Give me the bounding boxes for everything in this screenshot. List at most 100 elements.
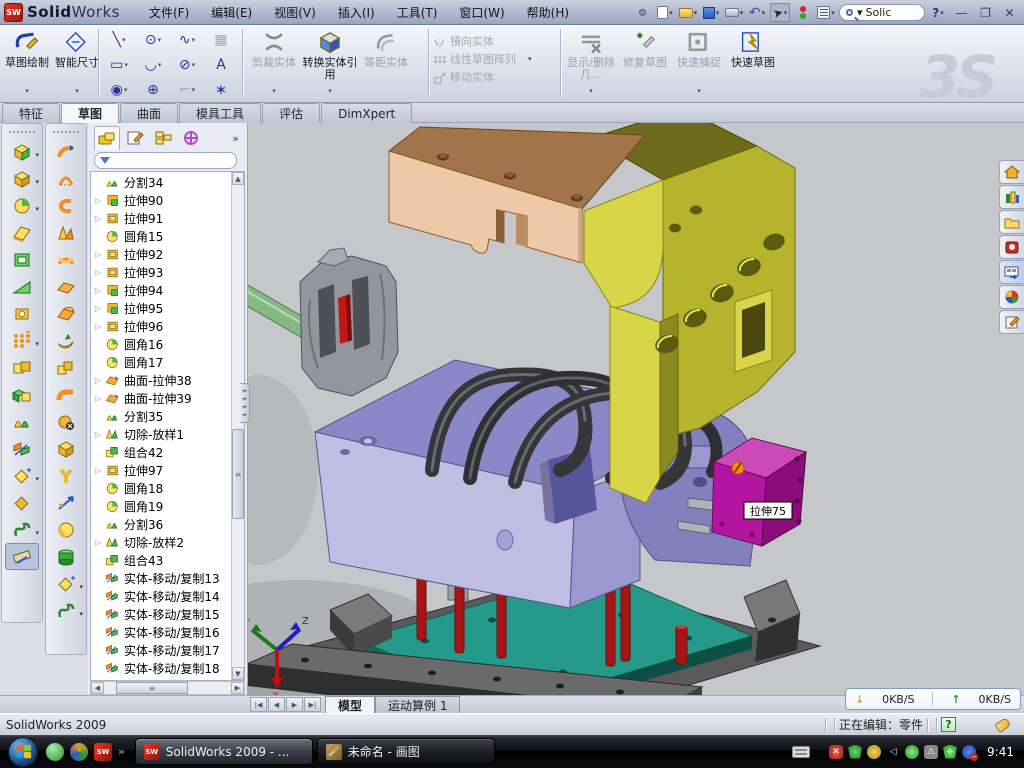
study-nav-1[interactable]: |◀ <box>250 697 267 712</box>
tab-评估[interactable]: 评估 <box>262 103 320 123</box>
rebuild-button[interactable] <box>793 3 813 22</box>
scroll-up-icon[interactable]: ▲ <box>232 172 244 185</box>
col2-tool-15-icon[interactable] <box>49 516 83 543</box>
expand-arrow-icon[interactable]: ▷ <box>91 322 105 331</box>
menu-1[interactable]: 文件(F) <box>138 1 200 24</box>
part-insert-block-magenta[interactable] <box>712 438 806 546</box>
menu-7[interactable]: 帮助(H) <box>516 1 580 24</box>
sketch-tool-9[interactable]: ◉▾ <box>102 77 136 102</box>
col2-tool-13-icon[interactable] <box>49 462 83 489</box>
scroll-thumb[interactable]: ≡ <box>232 429 244 519</box>
help-button[interactable]: ?▾ <box>928 3 948 22</box>
tree-item[interactable]: 实体-移动/复制16 <box>91 623 231 641</box>
sketch-tool-12[interactable]: ∗ <box>204 77 238 102</box>
expand-arrow-icon[interactable]: ▷ <box>91 394 105 403</box>
hscroll-thumb[interactable]: ≡ <box>116 682 188 694</box>
col1-tool-5-icon[interactable] <box>5 246 39 273</box>
col2-tool-3-icon[interactable] <box>49 192 83 219</box>
restore-app-icon[interactable]: ❐ <box>975 4 996 21</box>
tree-item[interactable]: 实体-移动/复制14 <box>91 587 231 605</box>
tree-item[interactable]: ▷拉伸91 <box>91 209 231 227</box>
tray-update-icon[interactable] <box>867 745 881 759</box>
tree-item[interactable]: ▷拉伸92 <box>91 245 231 263</box>
tab-DimXpert[interactable]: DimXpert <box>321 103 412 123</box>
col1-tool-15-icon[interactable]: ▾ <box>5 516 39 543</box>
tree-item[interactable]: ▷拉伸97 <box>91 461 231 479</box>
tab-dimxpert-manager[interactable] <box>178 126 204 150</box>
appearances-icon[interactable] <box>999 285 1024 309</box>
cm-mid-button-1[interactable]: 剪裁实体▾ <box>246 25 302 97</box>
menu-6[interactable]: 窗口(W) <box>448 1 515 24</box>
sketch-tool-2[interactable]: ⊙▾ <box>136 27 170 52</box>
undo-button[interactable]: ↶▾ <box>747 3 767 22</box>
tree-item[interactable]: ▷拉伸93 <box>91 263 231 281</box>
tree-item[interactable]: 圆角19 <box>91 497 231 515</box>
col1-tool-3-icon[interactable]: ▾ <box>5 192 39 219</box>
expand-arrow-icon[interactable]: ▷ <box>91 304 105 313</box>
col1-tool-7-icon[interactable] <box>5 300 39 327</box>
media-icon[interactable] <box>70 743 88 761</box>
minimize-app-icon[interactable]: — <box>951 4 972 21</box>
col1-tool-9-icon[interactable] <box>5 354 39 381</box>
tree-item[interactable]: 实体-移动/复制13 <box>91 569 231 587</box>
col2-tool-12-icon[interactable] <box>49 435 83 462</box>
tree-item[interactable]: ▷曲面-拉伸39 <box>91 389 231 407</box>
tray-sync-icon[interactable] <box>905 745 919 759</box>
expand-arrow-icon[interactable]: ▷ <box>91 376 105 385</box>
col2-tool-14-icon[interactable] <box>49 489 83 516</box>
sketch-tool-10[interactable]: ⊕ <box>136 77 170 102</box>
cm-right-button-4[interactable]: 快速草图 <box>726 25 780 97</box>
col1-tool-6-icon[interactable] <box>5 273 39 300</box>
expand-arrow-icon[interactable]: ▷ <box>91 286 105 295</box>
graphics-viewport[interactable]: Y Z X 拉伸75 <box>248 123 1024 695</box>
tree-item[interactable]: 分割35 <box>91 407 231 425</box>
sketch-tool-11[interactable]: ⌐▾ <box>170 77 204 102</box>
select-button[interactable]: ➤▾ <box>770 3 790 22</box>
expand-arrow-icon[interactable]: ▷ <box>91 196 105 205</box>
cm-button-2[interactable]: 智能尺寸▾ <box>54 25 100 97</box>
tray-shield-icon[interactable] <box>848 745 862 759</box>
messenger-icon[interactable] <box>46 743 64 761</box>
tree-item[interactable]: ▷切除-放样1 <box>91 425 231 443</box>
scroll-left-icon[interactable]: ◀ <box>91 682 104 694</box>
tree-item[interactable]: 组合42 <box>91 443 231 461</box>
expand-arrow-icon[interactable]: ▷ <box>91 268 105 277</box>
col2-tool-2-icon[interactable] <box>49 165 83 192</box>
file-explorer-icon[interactable] <box>999 210 1024 234</box>
menu-4[interactable]: 插入(I) <box>327 1 386 24</box>
tab-configuration-manager[interactable] <box>150 126 176 150</box>
tree-item[interactable]: 分割34 <box>91 173 231 191</box>
col2-tool-16-icon[interactable] <box>49 543 83 570</box>
tree-item[interactable]: ▷拉伸96 <box>91 317 231 335</box>
col2-tool-11-icon[interactable] <box>49 408 83 435</box>
sketch-tool-7[interactable]: ⊘▾ <box>170 52 204 77</box>
cm-right-button-1[interactable]: 显示/删除几...▾ <box>564 25 618 97</box>
tree-item[interactable]: 圆角17 <box>91 353 231 371</box>
tree-item[interactable]: 组合43 <box>91 551 231 569</box>
col1-tool-16-icon[interactable] <box>5 543 39 570</box>
col1-tool-13-icon[interactable]: ▾ <box>5 462 39 489</box>
col2-tool-7-icon[interactable] <box>49 300 83 327</box>
tabs-overflow-chevron[interactable]: » <box>232 132 245 145</box>
tree-item[interactable]: 实体-移动/复制18 <box>91 659 231 677</box>
col2-tool-18-icon[interactable]: ▾ <box>49 597 83 624</box>
tree-item[interactable]: ▷曲面-拉伸38 <box>91 371 231 389</box>
tab-曲面[interactable]: 曲面 <box>120 103 178 123</box>
col1-tool-14-icon[interactable] <box>5 489 39 516</box>
tree-item[interactable]: 圆角18 <box>91 479 231 497</box>
sketch-tool-6[interactable]: ◡▾ <box>136 52 170 77</box>
options-button[interactable]: ▾ <box>816 3 836 22</box>
tab-model[interactable]: 模型 <box>325 696 375 713</box>
menu-3[interactable]: 视图(V) <box>263 1 327 24</box>
tree-item[interactable]: ▷拉伸95 <box>91 299 231 317</box>
study-nav-3[interactable]: ▶ <box>286 697 303 712</box>
col1-tool-1-icon[interactable]: ▾ <box>5 138 39 165</box>
solidworks-launch-icon[interactable]: SW <box>94 743 112 761</box>
sketch-tool-8[interactable]: A <box>204 52 238 77</box>
expand-arrow-icon[interactable]: ▷ <box>91 250 105 259</box>
expand-arrow-icon[interactable]: ▷ <box>91 430 105 439</box>
quick-launch-overflow-icon[interactable]: » <box>118 745 125 758</box>
menu-5[interactable]: 工具(T) <box>386 1 449 24</box>
cm-stack-button-3[interactable]: 移动实体 <box>432 69 532 85</box>
open-button[interactable]: ▾ <box>678 3 698 22</box>
